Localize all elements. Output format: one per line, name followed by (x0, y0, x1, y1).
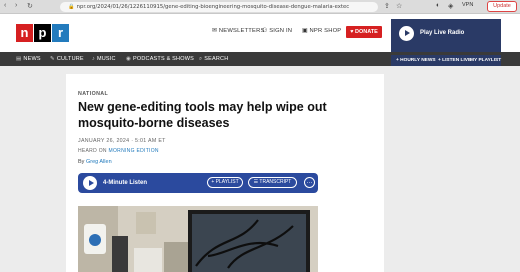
nav-label: PODCASTS & SHOWS (133, 56, 194, 62)
shop-label: NPR SHOP (309, 28, 342, 34)
podcast-icon: ◉ (126, 56, 131, 62)
sign-in-label: SIGN IN (269, 28, 293, 34)
lab-photo-illustration (78, 206, 318, 272)
play-icon[interactable] (399, 26, 414, 41)
lock-icon: 🔒 (68, 4, 75, 10)
music-icon: ♪ (92, 56, 95, 62)
reload-icon[interactable]: ↻ (27, 2, 33, 10)
live-sub-label: MY PLAYLIST (470, 58, 502, 63)
bookmark-icon[interactable]: ☆ (396, 2, 402, 10)
nav-item-news[interactable]: ▤ NEWS (16, 56, 41, 62)
live-sub-label: LISTEN LIVE (442, 58, 472, 63)
mail-icon: ✉ (212, 28, 219, 34)
live-radio-label: Play Live Radio (420, 30, 465, 36)
newsletters-link[interactable]: ✉ NEWSLETTERS (212, 28, 265, 34)
shield-icon[interactable]: ◈ (448, 2, 453, 10)
donate-button[interactable]: ♥ DONATE (346, 26, 382, 38)
byline: By Greg Allen (78, 159, 112, 165)
transcript-label: TRANSCRIPT (259, 179, 292, 185)
update-button[interactable]: Update (487, 1, 517, 12)
play-audio-button[interactable] (83, 176, 97, 190)
culture-icon: ✎ (50, 56, 55, 62)
live-radio-panel[interactable]: Play Live Radio (391, 19, 501, 55)
article-photo (78, 206, 318, 272)
npr-logo[interactable]: n p r (16, 24, 70, 42)
search-icon: ⌕ (199, 56, 203, 62)
nav-label: MUSIC (96, 56, 116, 62)
logo-letter-p: p (34, 24, 51, 42)
nav-item-search[interactable]: ⌕ SEARCH (199, 56, 228, 63)
my-playlist-link[interactable]: MY PLAYLIST (470, 58, 501, 63)
newsletters-label: NEWSLETTERS (218, 28, 265, 34)
transcript-button[interactable]: ☰ TRANSCRIPT (248, 177, 297, 188)
playlist-label: PLAYLIST (215, 179, 239, 185)
address-bar[interactable]: 🔒 npr.org/2024/01/26/1226110915/gene-edit… (60, 2, 378, 12)
article-card: NATIONAL New gene-editing tools may help… (66, 74, 384, 272)
forward-icon[interactable]: › (15, 2, 17, 9)
logo-letter-r: r (52, 24, 69, 42)
browser-toolbar: ‹ › ↻ 🔒 npr.org/2024/01/26/1226110915/gen… (0, 0, 520, 14)
extension-icon[interactable]: ◐ (436, 2, 440, 9)
listen-live-link[interactable]: + LISTEN LIVE (438, 58, 471, 63)
nav-item-music[interactable]: ♪ MUSIC (92, 56, 116, 62)
back-icon[interactable]: ‹ (4, 2, 6, 9)
nav-item-podcasts[interactable]: ◉ PODCASTS & SHOWS (126, 56, 194, 62)
heard-on: HEARD ON MORNING EDITION (78, 148, 159, 154)
nav-label: NEWS (23, 56, 41, 62)
logo-letter-n: n (16, 24, 33, 42)
program-link[interactable]: MORNING EDITION (109, 148, 159, 154)
vpn-button[interactable]: VPN (462, 2, 473, 8)
sign-in-link[interactable]: ⚇ SIGN IN (262, 28, 292, 34)
cart-icon: ▣ (302, 28, 310, 34)
live-sub-label: HOURLY NEWS (400, 58, 436, 63)
share-icon[interactable]: ⇪ (384, 2, 390, 10)
hourly-news-link[interactable]: + HOURLY NEWS (396, 58, 436, 63)
shop-link[interactable]: ▣ NPR SHOP (302, 28, 341, 34)
section-kicker[interactable]: NATIONAL (78, 91, 108, 97)
byline-prefix: By (78, 159, 85, 165)
donate-label: DONATE (354, 29, 378, 35)
listen-duration-label: 4-Minute Listen (103, 180, 148, 186)
publish-date: JANUARY 26, 2024 · 5:01 AM ET (78, 138, 166, 144)
playlist-button[interactable]: + PLAYLIST (207, 177, 243, 188)
heard-on-prefix: HEARD ON (78, 148, 107, 154)
more-options-icon[interactable]: … (304, 177, 315, 188)
live-radio-subnav: + HOURLY NEWS + LISTEN LIVE MY PLAYLIST (391, 55, 501, 66)
author-link[interactable]: Greg Allen (86, 159, 112, 165)
nav-label: SEARCH (204, 56, 229, 62)
nav-item-culture[interactable]: ✎ CULTURE (50, 56, 84, 62)
audio-player: 4-Minute Listen + PLAYLIST ☰ TRANSCRIPT … (78, 173, 318, 193)
nav-label: CULTURE (56, 56, 84, 62)
url-text: npr.org/2024/01/26/1226110915/gene-editi… (76, 4, 350, 10)
news-icon: ▤ (16, 56, 22, 62)
article-headline: New gene-editing tools may help wipe out… (78, 100, 327, 130)
